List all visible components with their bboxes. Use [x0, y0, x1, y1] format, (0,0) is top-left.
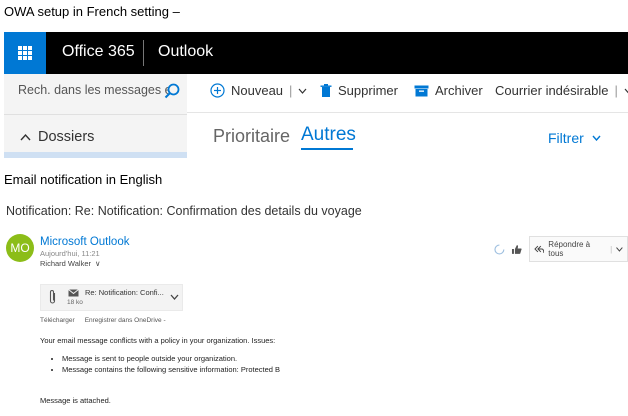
email-subject: Notification: Re: Notification: Confirma…	[6, 204, 362, 218]
left-pane-divider	[4, 114, 187, 115]
plus-circle-icon	[210, 83, 225, 98]
reply-all-label: Répondre à tous	[548, 240, 591, 258]
avatar[interactable]: MO	[6, 234, 34, 262]
folders-toggle[interactable]: Dossiers	[20, 129, 94, 145]
paperclip-icon	[49, 290, 56, 304]
reply-all-icon	[533, 245, 544, 253]
caption-owa-setup: OWA setup in French setting –	[4, 4, 180, 19]
tab-focused[interactable]: Prioritaire	[213, 126, 290, 147]
delete-label: Supprimer	[338, 83, 398, 98]
tab-other[interactable]: Autres	[301, 124, 356, 146]
header-divider	[143, 40, 144, 66]
list-item: Message is sent to people outside your o…	[62, 354, 280, 363]
active-tab-underline	[301, 148, 353, 150]
caption-email-notification: Email notification in English	[4, 172, 163, 187]
trash-icon	[320, 83, 332, 97]
chevron-down-icon[interactable]	[170, 294, 179, 300]
like-icon[interactable]	[511, 244, 523, 255]
folders-label: Dossiers	[38, 129, 95, 145]
chevron-down-icon	[592, 135, 601, 141]
email-body-text: Your email message conflicts with a poli…	[40, 336, 276, 345]
recipient-name: Richard Walker	[40, 259, 91, 268]
mail-icon	[68, 289, 79, 297]
search-icon[interactable]	[163, 82, 181, 100]
archive-button[interactable]: Archiver	[414, 83, 483, 98]
reply-all-button[interactable]: Répondre à tous |	[528, 236, 628, 262]
chevron-up-icon	[20, 133, 31, 141]
split-separator-icon: |	[289, 83, 293, 98]
app-launcher-button[interactable]	[4, 32, 46, 74]
junk-button[interactable]: Courrier indésirable |	[495, 83, 628, 98]
filter-button[interactable]: Filtrer	[548, 130, 601, 146]
list-item: Message contains the following sensitive…	[62, 365, 280, 374]
archive-label: Archiver	[435, 83, 483, 98]
loading-icon	[494, 244, 505, 254]
chevron-down-icon[interactable]	[624, 88, 628, 94]
selected-folder-strip	[4, 152, 187, 158]
split-separator-icon: |	[610, 244, 613, 254]
office365-brand[interactable]: Office 365	[62, 43, 135, 61]
recipient-line[interactable]: Richard Walker ∨	[40, 259, 100, 268]
delete-button[interactable]: Supprimer	[320, 83, 398, 98]
search-input[interactable]: Rech. dans les messages e...	[18, 83, 168, 97]
split-separator-icon: |	[614, 83, 618, 98]
junk-label: Courrier indésirable	[495, 83, 609, 98]
sender-name[interactable]: Microsoft Outlook	[40, 236, 129, 248]
attachment-size: 18 ko	[67, 299, 83, 306]
outlook-app-title[interactable]: Outlook	[158, 43, 213, 61]
email-closing-text: Message is attached.	[40, 396, 111, 405]
save-onedrive-link[interactable]: Enregistrer dans OneDrive -	[85, 317, 166, 324]
waffle-icon	[18, 46, 32, 60]
attachment-links: Télécharger Enregistrer dans OneDrive -	[40, 317, 166, 324]
filter-label: Filtrer	[548, 130, 584, 146]
new-label: Nouveau	[231, 83, 284, 98]
archive-icon	[414, 85, 429, 96]
chevron-down-icon[interactable]	[298, 88, 307, 94]
download-link[interactable]: Télécharger	[40, 317, 75, 324]
issues-list: Message is sent to people outside your o…	[52, 354, 280, 376]
command-bar-divider	[187, 112, 628, 113]
email-date: Aujourd'hui, 11:21	[40, 249, 100, 258]
message-actions: Répondre à tous |	[494, 236, 628, 262]
attachment-name: Re: Notification: Confi...	[85, 288, 164, 297]
new-button[interactable]: Nouveau |	[210, 83, 307, 98]
chevron-down-icon[interactable]	[616, 246, 623, 252]
chevron-down-icon: ∨	[94, 259, 101, 268]
